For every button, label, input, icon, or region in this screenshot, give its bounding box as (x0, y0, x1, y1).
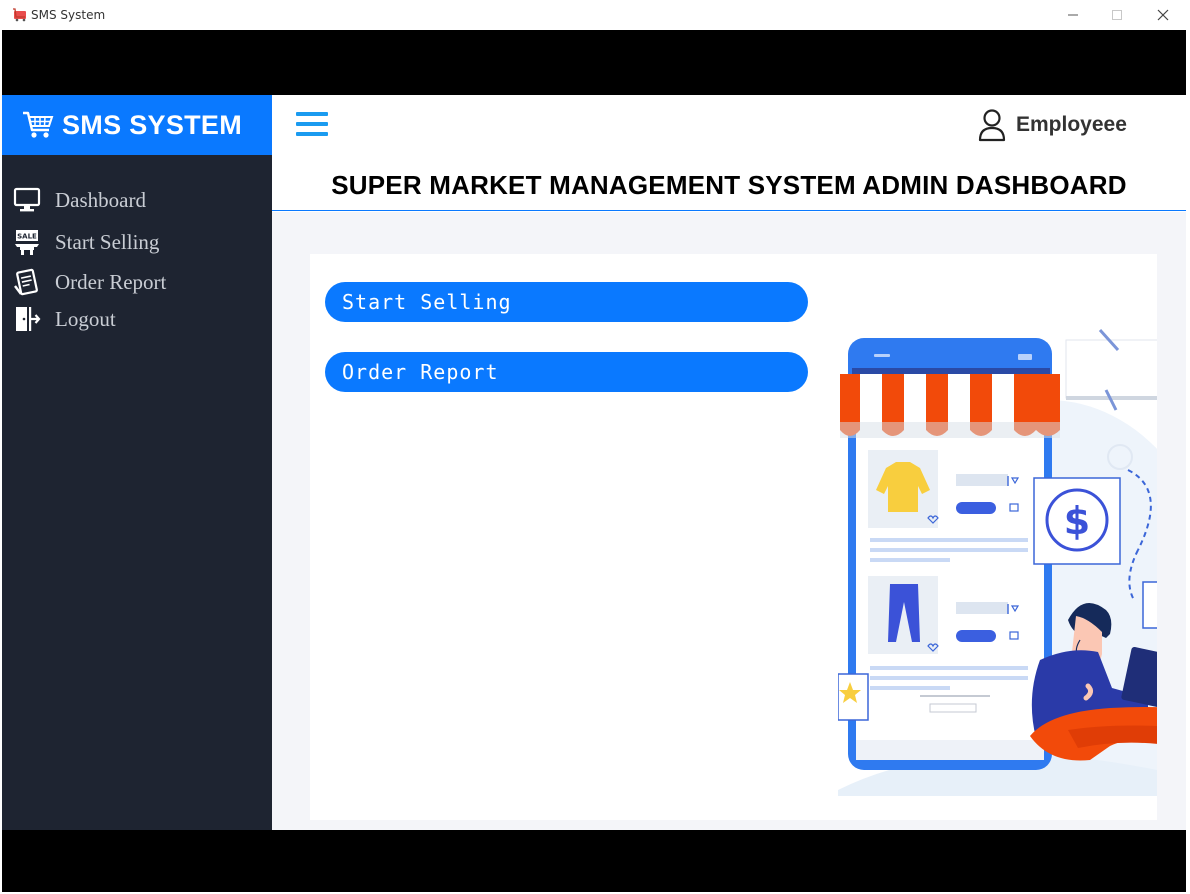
user-name: Employeee (1016, 113, 1127, 136)
cart-icon (23, 111, 54, 138)
top-header: Employeee SUPER MARKET MANAGEMENT SYSTEM… (272, 95, 1186, 211)
window-title: SMS System (31, 8, 106, 22)
page-title: SUPER MARKET MANAGEMENT SYSTEM ADMIN DAS… (331, 170, 1127, 200)
monitor-icon (12, 185, 42, 215)
top-black-band (2, 30, 1186, 95)
sidebar-item-order-report[interactable]: Order Report (12, 267, 166, 297)
bottom-black-band (2, 830, 1186, 892)
order-report-button[interactable]: Order Report (325, 352, 808, 392)
maximize-icon (1112, 10, 1122, 20)
report-icon (12, 267, 42, 297)
sale-stand-icon: SALE (12, 227, 42, 257)
start-selling-button[interactable]: Start Selling (325, 282, 808, 322)
close-button[interactable] (1140, 0, 1186, 30)
sidebar-item-label: Order Report (55, 269, 167, 294)
sidebar-item-dashboard[interactable]: Dashboard (12, 185, 146, 215)
logout-door-icon (12, 304, 42, 334)
cart-app-icon (13, 8, 26, 22)
sidebar-item-label: Logout (55, 306, 116, 331)
hamburger-icon[interactable] (296, 112, 328, 138)
brand-name: SMS SYSTEM (62, 109, 243, 140)
svg-text:SALE: SALE (17, 233, 37, 241)
minimize-button[interactable] (1050, 0, 1096, 30)
sidebar-item-label: Start Selling (55, 229, 160, 254)
maximize-button[interactable] (1094, 0, 1140, 30)
minimize-icon (1068, 14, 1078, 16)
user-menu[interactable]: Employeee (977, 108, 1127, 142)
window-titlebar: SMS System (0, 0, 1190, 30)
sidebar-item-label: Dashboard (55, 187, 146, 212)
brand-header: SMS SYSTEM (2, 95, 272, 155)
svg-text:$: $ (1064, 499, 1090, 543)
close-icon (1157, 9, 1169, 21)
sidebar-item-start-selling[interactable]: SALE Start Selling (12, 227, 159, 257)
sidebar-item-logout[interactable]: Logout (12, 304, 116, 334)
user-icon (978, 109, 1006, 142)
online-shop-illustration: $ (838, 290, 1157, 796)
sidebar: Dashboard SALE Start Selling Order Repor… (2, 155, 272, 830)
